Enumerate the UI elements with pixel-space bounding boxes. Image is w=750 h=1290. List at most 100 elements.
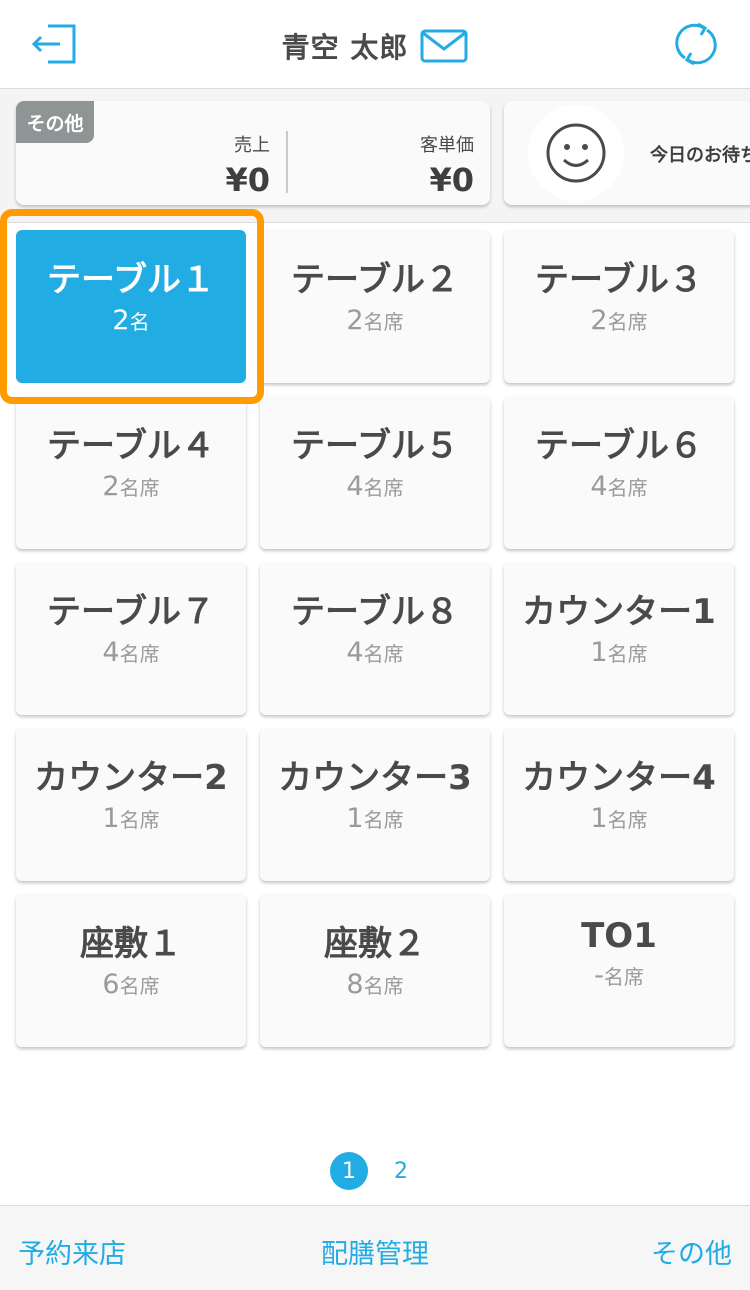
seat-count: - [594, 960, 604, 991]
page-2-button[interactable]: 2 [382, 1152, 420, 1190]
footer-bar: 予約来店 配膳管理 その他 [0, 1205, 750, 1290]
table-name: テーブル８ [291, 592, 459, 632]
table-tile[interactable]: テーブル５ 4名席 [260, 396, 490, 549]
table-seats: 4名席 [260, 471, 490, 502]
seat-unit: 名席 [607, 476, 648, 500]
table-tile[interactable]: カウンター3 1名席 [260, 728, 490, 881]
seat-count: 2 [102, 471, 120, 502]
seat-unit: 名席 [363, 642, 404, 666]
seat-count: 4 [590, 471, 608, 502]
table-tile[interactable]: テーブル２ 2名席 [260, 230, 490, 383]
table-name: TO1 [581, 916, 657, 956]
seat-unit: 名 [129, 310, 150, 334]
table-tile[interactable]: テーブル６ 4名席 [504, 396, 734, 549]
table-seats: 4名席 [504, 471, 734, 502]
table-tile[interactable]: 座敷２ 8名席 [260, 894, 490, 1047]
table-tile[interactable]: カウンター4 1名席 [504, 728, 734, 881]
user-title[interactable]: 青空 太郎 [0, 24, 750, 68]
other-tab[interactable]: その他 [651, 1232, 732, 1271]
seat-count: 1 [102, 803, 120, 834]
sales-summary-card[interactable]: その他 売上 ¥0 客単価 ¥0 [16, 101, 490, 205]
seat-unit: 名席 [607, 808, 648, 832]
seat-count: 4 [346, 471, 364, 502]
seat-unit: 名席 [363, 974, 404, 998]
table-name: カウンター2 [34, 758, 228, 798]
table-tile[interactable]: カウンター1 1名席 [504, 562, 734, 715]
table-name: テーブル４ [47, 426, 215, 466]
mail-icon[interactable] [420, 29, 468, 63]
smiley-icon [546, 123, 606, 183]
table-tile[interactable]: TO1 -名席 [504, 894, 734, 1047]
table-seats: 6名席 [16, 969, 246, 1000]
refresh-button[interactable] [670, 20, 722, 68]
table-name: テーブル５ [291, 426, 459, 466]
seat-count: 2 [590, 305, 608, 336]
page-1-button[interactable]: 1 [330, 1152, 368, 1190]
seat-count: 4 [346, 637, 364, 668]
table-seats: 4名席 [260, 637, 490, 668]
seat-unit: 名席 [363, 808, 404, 832]
user-name: 青空 太郎 [281, 31, 409, 64]
seat-count: 1 [590, 637, 608, 668]
table-seats: 2名席 [260, 305, 490, 336]
seat-count: 6 [102, 969, 120, 1000]
table-seats: 2名 [16, 305, 246, 336]
table-tile[interactable]: テーブル８ 4名席 [260, 562, 490, 715]
seat-unit: 名席 [119, 476, 160, 500]
table-seats: 1名席 [16, 803, 246, 834]
table-seats: -名席 [504, 960, 734, 991]
seat-unit: 名席 [607, 642, 648, 666]
table-tile[interactable]: テーブル４ 2名席 [16, 396, 246, 549]
table-name: カウンター4 [522, 758, 716, 798]
table-tile[interactable]: テーブル７ 4名席 [16, 562, 246, 715]
table-name: 座敷２ [324, 924, 426, 964]
pagination: 12 [0, 1150, 750, 1192]
metric-divider [286, 131, 288, 193]
sales-metric: 売上 ¥0 [150, 131, 270, 199]
table-seats: 2名席 [16, 471, 246, 502]
table-name: テーブル２ [291, 260, 459, 300]
table-tile[interactable]: テーブル１ 2名 [16, 230, 246, 383]
table-name: 座敷１ [80, 924, 182, 964]
seat-unit: 名席 [119, 642, 160, 666]
table-tile[interactable]: テーブル３ 2名席 [504, 230, 734, 383]
seat-count: 2 [346, 305, 364, 336]
refresh-icon [675, 22, 717, 66]
seat-count: 1 [590, 803, 608, 834]
header-bar: 青空 太郎 [0, 0, 750, 89]
table-seats: 1名席 [504, 637, 734, 668]
seat-unit: 名席 [363, 310, 404, 334]
table-name: テーブル７ [47, 592, 215, 632]
table-grid: TO1 -名席 座敷２ 8名席 座敷１ 6名席 カウンター4 1名席 カウンター3 1名席 カウンタ… [0, 209, 750, 1123]
table-name: テーブル１ [47, 260, 215, 300]
smiley-badge [528, 105, 624, 201]
table-seats: 4名席 [16, 637, 246, 668]
average-value: ¥0 [429, 161, 474, 199]
table-tile[interactable]: 座敷１ 6名席 [16, 894, 246, 1047]
seat-unit: 名席 [607, 310, 648, 334]
category-badge: その他 [16, 101, 94, 143]
table-name: カウンター3 [278, 758, 472, 798]
table-name: テーブル６ [535, 426, 703, 466]
sales-label: 売上 [234, 135, 270, 156]
seat-count: 1 [346, 803, 364, 834]
table-seats: 1名席 [504, 803, 734, 834]
app-root: 青空 太郎 その他 売上 ¥0 客単価 ¥0 今日のお待ち TO1 -名席 座敷… [0, 0, 750, 1290]
serving-tab[interactable]: 配膳管理 [0, 1232, 750, 1271]
table-tile[interactable]: カウンター2 1名席 [16, 728, 246, 881]
seat-unit: 名席 [119, 808, 160, 832]
waiting-label: 今日のお待ち [650, 145, 750, 166]
average-metric: 客単価 ¥0 [354, 131, 474, 199]
table-seats: 8名席 [260, 969, 490, 1000]
table-name: テーブル３ [535, 260, 703, 300]
summary-strip: その他 売上 ¥0 客単価 ¥0 今日のお待ち [0, 89, 750, 223]
table-seats: 1名席 [260, 803, 490, 834]
table-seats: 2名席 [504, 305, 734, 336]
average-label: 客単価 [420, 135, 474, 156]
seat-count: 2 [112, 305, 130, 336]
table-name: カウンター1 [522, 592, 716, 632]
waiting-card[interactable]: 今日のお待ち [504, 101, 750, 205]
seat-count: 4 [102, 637, 120, 668]
sales-value: ¥0 [225, 161, 270, 199]
seat-unit: 名席 [119, 974, 160, 998]
